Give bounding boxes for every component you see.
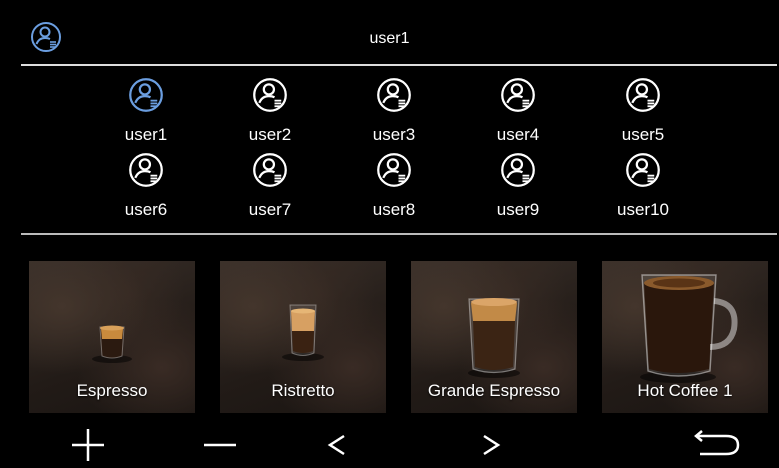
next-button[interactable] xyxy=(476,420,506,464)
user-label: user5 xyxy=(621,125,665,144)
chevron-left-icon xyxy=(327,434,345,456)
user-profile-icon xyxy=(349,77,439,113)
user-item-user8[interactable]: user8 xyxy=(349,152,439,220)
user-item-user1[interactable]: user1 xyxy=(101,77,191,145)
user-label: user8 xyxy=(372,200,416,219)
user-label: user7 xyxy=(248,200,292,219)
user-label: user3 xyxy=(372,125,416,144)
user-profile-icon xyxy=(101,77,191,113)
minus-icon xyxy=(204,443,236,447)
users-divider xyxy=(21,233,777,235)
drink-label: Hot Coffee 1 xyxy=(637,381,733,400)
user-item-user4[interactable]: user4 xyxy=(473,77,563,145)
user-profile-icon xyxy=(473,152,563,188)
user-profile-icon xyxy=(225,77,315,113)
drink-tile-hot-coffee-1[interactable]: Hot Coffee 1 xyxy=(602,261,768,413)
drink-label: Grande Espresso xyxy=(427,381,561,400)
user-label: user10 xyxy=(617,200,669,219)
back-arrow-icon xyxy=(694,430,740,456)
user-item-user7[interactable]: user7 xyxy=(225,152,315,220)
user-profile-icon xyxy=(225,152,315,188)
user-item-user9[interactable]: user9 xyxy=(473,152,563,220)
drink-label: Ristretto xyxy=(271,381,335,400)
plus-icon xyxy=(72,429,104,461)
header-bar: user1 xyxy=(0,0,779,64)
user-profile-icon xyxy=(598,77,688,113)
page-title: user1 xyxy=(369,30,410,47)
user-item-user10[interactable]: user10 xyxy=(598,152,688,220)
user-label: user4 xyxy=(496,125,540,144)
user-profile-icon xyxy=(598,152,688,188)
user-item-user5[interactable]: user5 xyxy=(598,77,688,145)
previous-button[interactable] xyxy=(322,420,352,464)
back-button[interactable] xyxy=(690,420,746,464)
user-profile-icon xyxy=(349,152,439,188)
header-divider xyxy=(21,64,777,66)
user-item-user3[interactable]: user3 xyxy=(349,77,439,145)
user-label: user1 xyxy=(124,125,168,144)
user-item-user6[interactable]: user6 xyxy=(101,152,191,220)
drink-tile-ristretto[interactable]: Ristretto xyxy=(220,261,386,413)
drink-tile-espresso[interactable]: Espresso xyxy=(29,261,195,413)
user-item-user2[interactable]: user2 xyxy=(225,77,315,145)
user-profile-icon xyxy=(101,152,191,188)
chevron-right-icon xyxy=(483,434,501,456)
drink-label: Espresso xyxy=(76,381,148,400)
add-button[interactable] xyxy=(68,420,108,464)
user-label: user9 xyxy=(496,200,540,219)
drink-tile-grande-espresso[interactable]: Grande Espresso xyxy=(411,261,577,413)
user-label: user6 xyxy=(124,200,168,219)
remove-button[interactable] xyxy=(200,420,240,464)
user-profile-icon xyxy=(473,77,563,113)
user-label: user2 xyxy=(248,125,292,144)
